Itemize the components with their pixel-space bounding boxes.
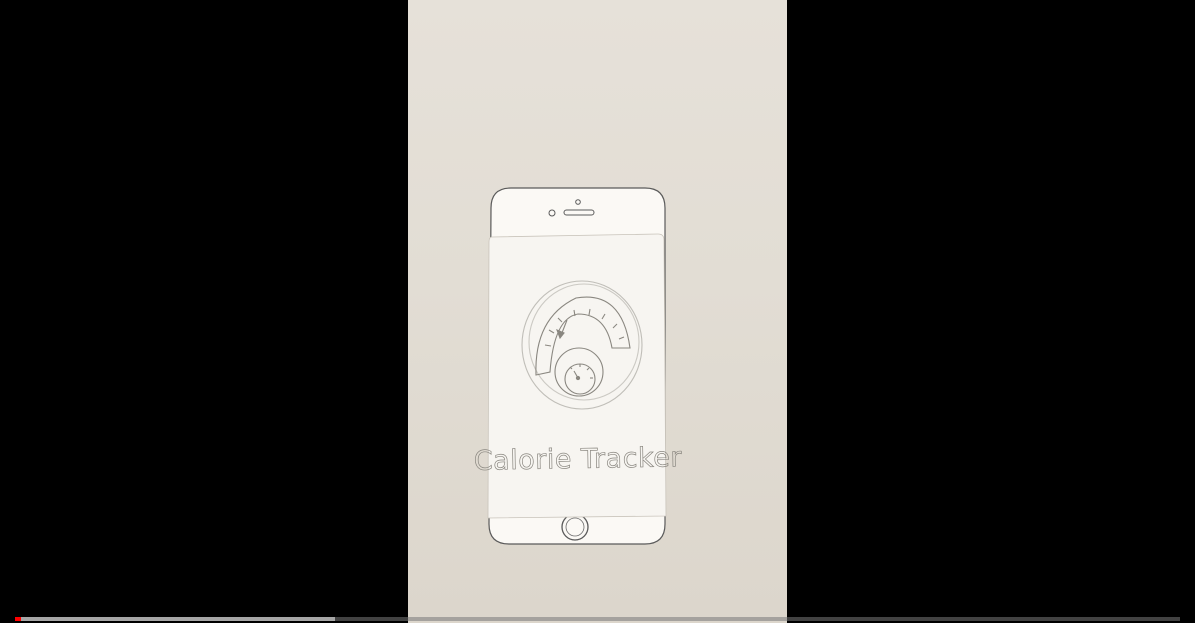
paper-prototype-sketch: Calorie Tracker: [473, 187, 683, 545]
progress-bar[interactable]: [15, 617, 1180, 621]
video-player[interactable]: Calorie Tracker: [0, 0, 1195, 623]
video-frame[interactable]: Calorie Tracker: [408, 0, 787, 623]
sketch-title: Calorie Tracker: [474, 442, 683, 477]
played-bar: [15, 617, 21, 621]
buffered-bar: [15, 617, 336, 621]
